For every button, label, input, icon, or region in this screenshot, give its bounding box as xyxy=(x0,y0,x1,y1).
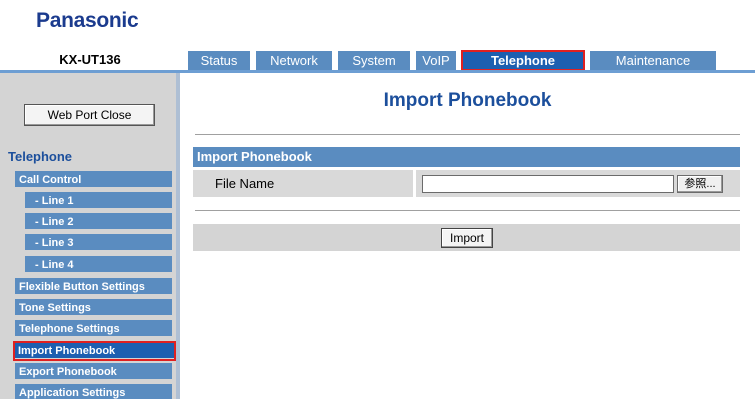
file-name-row: File Name 参照... xyxy=(193,170,740,197)
sidebar-item-export-phonebook[interactable]: Export Phonebook xyxy=(15,363,172,381)
sidebar-item-application-settings[interactable]: Application Settings xyxy=(15,384,172,399)
section-header: Import Phonebook xyxy=(193,147,740,167)
sidebar-item-tone-settings[interactable]: Tone Settings xyxy=(15,299,172,317)
sidebar-item-telephone-settings[interactable]: Telephone Settings xyxy=(15,320,172,338)
tab-status[interactable]: Status xyxy=(188,51,250,70)
browse-button[interactable]: 参照... xyxy=(677,175,723,193)
sidebar-item-line-2[interactable]: - Line 2 xyxy=(25,213,172,231)
page-title: Import Phonebook xyxy=(383,90,552,111)
import-bar: Import xyxy=(193,224,740,251)
main-tabs: Status Network System VoIP Telephone Mai… xyxy=(188,50,722,71)
tab-network[interactable]: Network xyxy=(256,51,332,70)
sidebar-item-flexible-button-settings[interactable]: Flexible Button Settings xyxy=(15,278,172,296)
web-port-close-button[interactable]: Web Port Close xyxy=(24,104,155,126)
model-name: KX-UT136 xyxy=(59,52,121,67)
tab-maintenance[interactable]: Maintenance xyxy=(590,51,716,70)
title-divider xyxy=(195,134,740,135)
sidebar-divider xyxy=(176,73,180,399)
sidebar-item-import-phonebook[interactable]: Import Phonebook xyxy=(13,341,176,361)
sidebar-item-line-3[interactable]: - Line 3 xyxy=(25,234,172,252)
tab-system[interactable]: System xyxy=(338,51,410,70)
tab-voip[interactable]: VoIP xyxy=(416,51,456,70)
sidebar-item-line-4[interactable]: - Line 4 xyxy=(25,256,172,274)
import-button[interactable]: Import xyxy=(441,228,493,248)
file-name-label: File Name xyxy=(193,170,413,197)
panasonic-logo: Panasonic xyxy=(36,9,139,32)
sidebar-section-telephone: Telephone xyxy=(8,149,73,164)
form-divider xyxy=(195,210,740,211)
file-name-input[interactable] xyxy=(422,175,674,193)
file-name-cell: 参照... xyxy=(416,170,740,197)
sidebar-item-line-1[interactable]: - Line 1 xyxy=(25,192,172,210)
sidebar-item-call-control[interactable]: Call Control xyxy=(15,171,172,189)
tab-telephone[interactable]: Telephone xyxy=(461,50,585,71)
